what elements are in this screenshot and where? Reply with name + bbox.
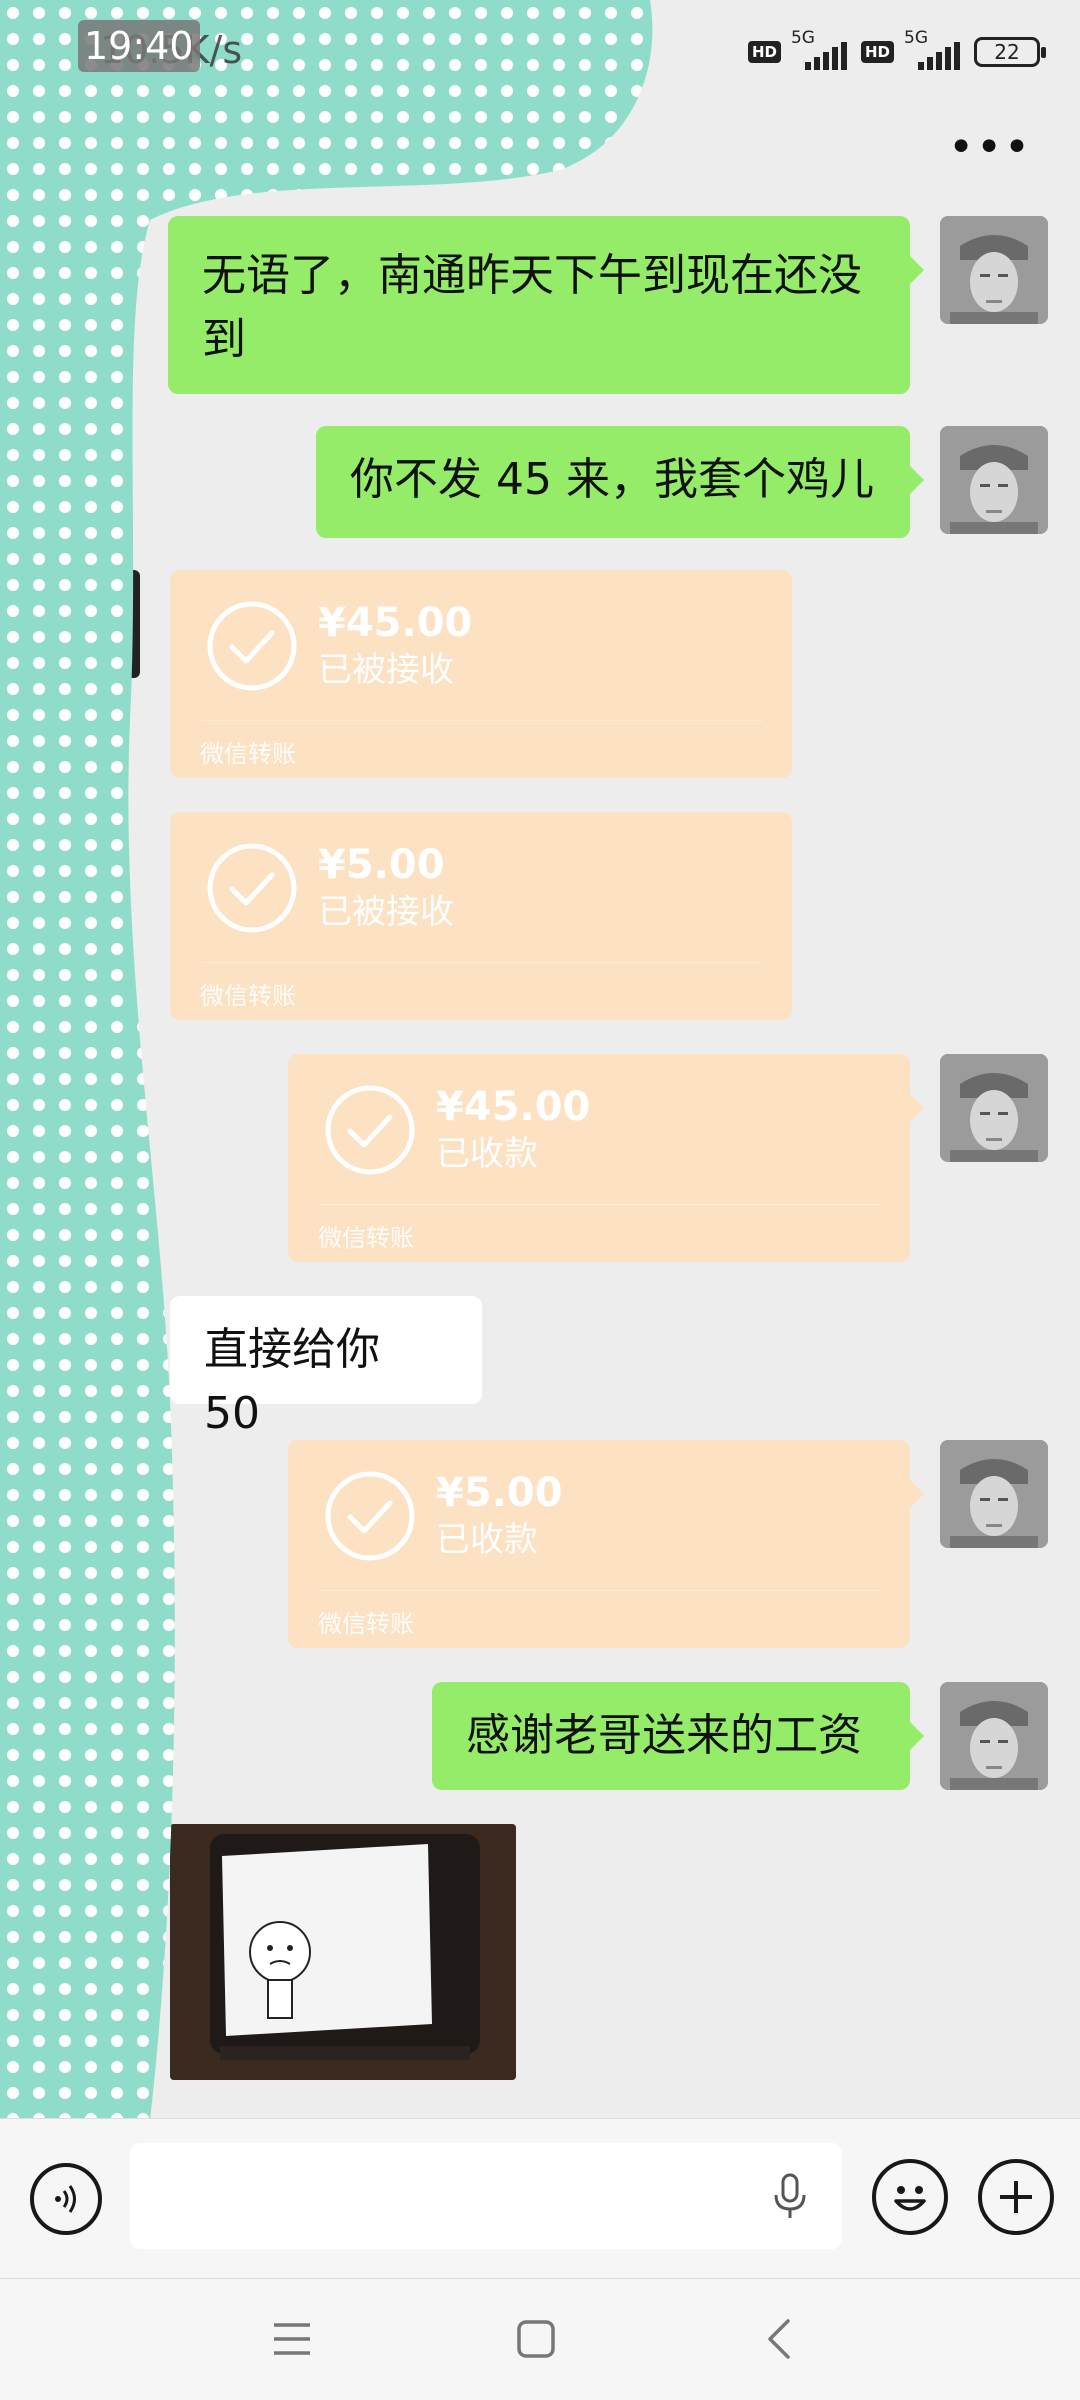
message-bubble-sent[interactable]: 你不发 45 来，我套个鸡儿 — [316, 426, 924, 538]
avatar-image — [940, 216, 1048, 324]
avatar[interactable] — [940, 1054, 1048, 1162]
divider — [318, 1590, 880, 1591]
message-bubble-received[interactable]: 直接给你 50 — [170, 1296, 482, 1439]
avatar[interactable] — [940, 426, 1048, 534]
check-circle-icon — [325, 1085, 415, 1175]
chevron-left-icon — [768, 2319, 790, 2359]
home-icon[interactable] — [506, 2309, 566, 2369]
transfer-card[interactable]: ¥45.00 已收款 微信转账 — [288, 1054, 924, 1262]
message-input[interactable] — [130, 2143, 842, 2249]
message-text: 感谢老哥送来的工资 — [466, 1710, 862, 1761]
signal-icon: 5G — [904, 28, 964, 72]
transfer-amount: ¥45.00 — [436, 1084, 591, 1130]
back-icon[interactable] — [750, 2309, 810, 2369]
battery-icon: 22 — [974, 37, 1046, 67]
smiley-icon — [894, 2186, 926, 2211]
transfer-label: 微信转账 — [318, 1224, 414, 1252]
transfer-status: 已收款 — [436, 1134, 538, 1174]
message-text: 直接给你 50 — [204, 1324, 380, 1439]
transfer-label: 微信转账 — [200, 740, 296, 768]
avatar-image — [940, 1440, 1048, 1548]
avatar[interactable] — [940, 1440, 1048, 1548]
message-text: 你不发 45 来，我套个鸡儿 — [350, 454, 874, 505]
more-options-button[interactable]: ••• — [948, 126, 1032, 170]
avatar-partial[interactable] — [112, 570, 140, 678]
status-bar: 10.5K/s 19:40 HD 5G HD 5G 22 — [0, 0, 1080, 105]
emoji-icon[interactable] — [872, 2159, 948, 2235]
transfer-card[interactable]: ¥5.00 已被接收 微信转账 — [170, 812, 792, 1020]
message-bubble-sent[interactable]: 无语了，南通昨天下午到现在还没到 — [168, 216, 924, 394]
check-circle-icon — [207, 843, 297, 933]
avatar-image — [940, 1682, 1048, 1790]
transfer-amount: ¥5.00 — [436, 1470, 563, 1516]
hd-icon: HD — [747, 41, 781, 63]
menu-icon[interactable] — [262, 2309, 322, 2369]
avatar-image — [940, 426, 1048, 534]
add-icon — [1000, 2181, 1032, 2213]
check-circle-icon — [325, 1471, 415, 1561]
message-text: 无语了，南通昨天下午到现在还没到 — [202, 250, 862, 365]
transfer-status: 已被接收 — [318, 650, 454, 690]
transfer-status: 已被接收 — [318, 892, 454, 932]
divider — [200, 720, 762, 721]
status-icons: HD 5G HD 5G 22 — [747, 28, 1046, 72]
voice-wave-icon — [55, 2185, 76, 2213]
divider — [200, 962, 762, 963]
transfer-amount: ¥45.00 — [318, 600, 473, 646]
avatar[interactable] — [940, 216, 1048, 324]
avatar-image — [940, 1054, 1048, 1162]
microphone-icon[interactable] — [768, 2171, 812, 2221]
transfer-status: 已收款 — [436, 1520, 538, 1560]
sticker-image[interactable] — [170, 1824, 516, 2080]
transfer-label: 微信转账 — [200, 982, 296, 1010]
clock: 19:40 — [78, 20, 200, 72]
square-icon — [517, 2320, 555, 2358]
plus-icon[interactable] — [978, 2159, 1054, 2235]
tv-meme-sticker — [170, 1824, 516, 2080]
transfer-label: 微信转账 — [318, 1610, 414, 1638]
check-circle-icon — [207, 601, 297, 691]
hamburger-icon — [274, 2323, 310, 2355]
message-bubble-sent[interactable]: 感谢老哥送来的工资 — [432, 1682, 924, 1790]
divider — [318, 1204, 880, 1205]
battery-level: 22 — [994, 40, 1020, 64]
avatar[interactable] — [940, 1682, 1048, 1790]
navigation-bar — [0, 2278, 1080, 2400]
signal-icon: 5G — [791, 28, 851, 72]
voice-icon[interactable] — [30, 2163, 102, 2235]
transfer-card[interactable]: ¥45.00 已被接收 微信转账 — [170, 570, 792, 778]
transfer-card[interactable]: ¥5.00 已收款 微信转账 — [288, 1440, 924, 1648]
transfer-amount: ¥5.00 — [318, 842, 445, 888]
hd-icon: HD — [860, 41, 894, 63]
input-bar — [0, 2118, 1080, 2278]
